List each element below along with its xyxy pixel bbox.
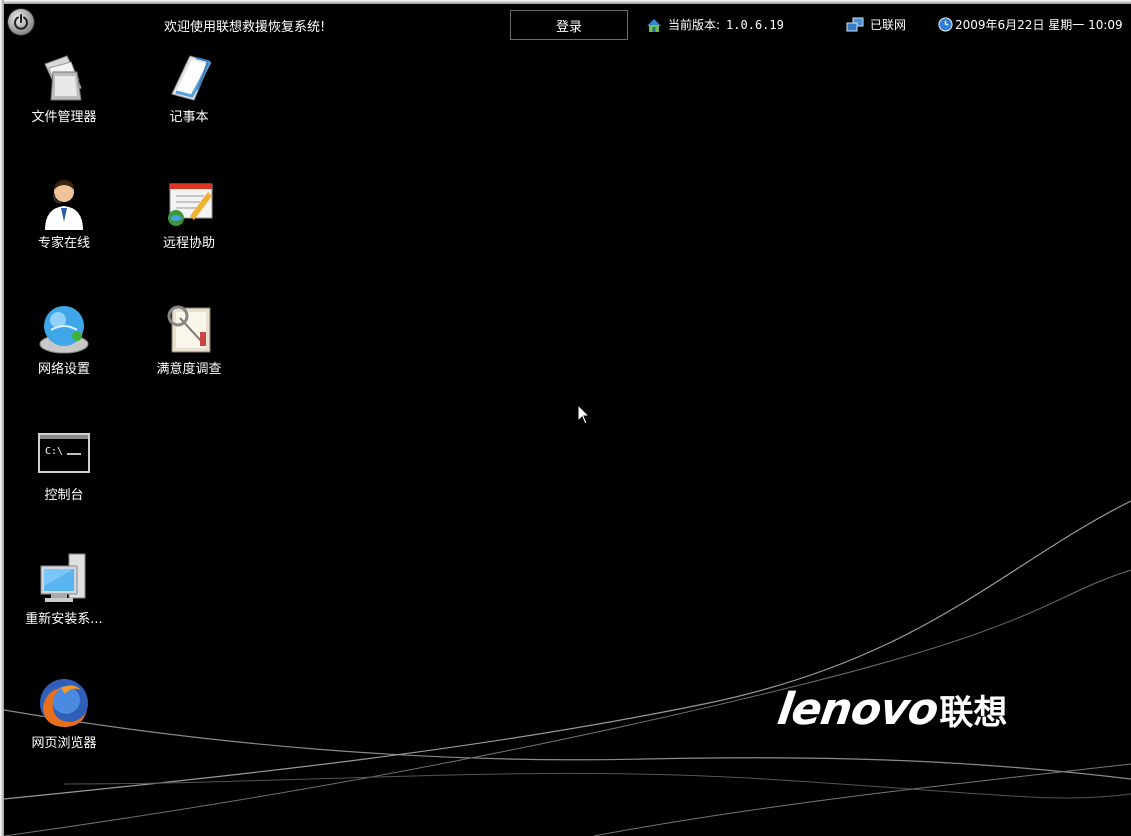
network-settings-icon (39, 306, 89, 354)
top-bar: 欢迎使用联想救援恢复系统! 登录 当前版本: 1.0.6.19 已联网 2009… (4, 4, 1131, 42)
network-connected-icon (846, 17, 864, 31)
desktop-icon-label: 文件管理器 (31, 110, 97, 125)
desktop-icon-label: 重新安装系... (25, 612, 103, 627)
web-browser-icon (40, 679, 88, 727)
desktop-icon-survey[interactable]: 满意度调查 (134, 302, 244, 412)
desktop-icon-notepad[interactable]: 记事本 (134, 50, 244, 160)
desktop-icon-expert-online[interactable]: 专家在线 (9, 176, 119, 286)
power-button[interactable] (8, 9, 34, 35)
logo-latin-text: lenovo (774, 684, 941, 735)
desktop-icon-label: 记事本 (169, 110, 209, 125)
desktop-icon-label: 网络设置 (37, 362, 90, 377)
welcome-text: 欢迎使用联想救援恢复系统! (164, 20, 326, 35)
version-label: 当前版本: (668, 18, 721, 32)
desktop-icon-reinstall-system[interactable]: 重新安装系... (9, 552, 119, 662)
reinstall-system-icon (40, 553, 86, 602)
remote-assist-icon (168, 183, 213, 226)
desktop-icon-file-manager[interactable]: 文件管理器 (9, 50, 119, 160)
desktop-icon-console[interactable]: C:\ 控制台 (9, 428, 119, 538)
version-icon (647, 18, 661, 32)
notepad-icon (171, 55, 212, 101)
desktop-icon-label: 专家在线 (37, 236, 90, 251)
network-status-text: 已联网 (870, 18, 907, 32)
desktop-icon-remote-assist[interactable]: 远程协助 (134, 176, 244, 286)
expert-online-icon (45, 180, 83, 230)
clock-icon (938, 17, 953, 32)
desktop-icon-label: 网页浏览器 (31, 736, 97, 751)
desktop-icon-web-browser[interactable]: 网页浏览器 (9, 676, 119, 786)
datetime-text: 2009年6月22日 星期一 10:09 (955, 18, 1123, 32)
desktop: 欢迎使用联想救援恢复系统! 登录 当前版本: 1.0.6.19 已联网 2009… (4, 4, 1131, 836)
datetime-display: 2009年6月22日 星期一 10:09 (938, 16, 1123, 33)
login-button[interactable]: 登录 (510, 10, 628, 40)
desktop-icon-label: 控制台 (44, 488, 84, 503)
file-manager-icon (44, 55, 82, 101)
mouse-cursor-icon (577, 404, 591, 425)
survey-icon (167, 305, 211, 353)
version-value: 1.0.6.19 (726, 17, 784, 32)
logo-cjk-text: 联想 (939, 693, 1008, 733)
power-icon (14, 14, 28, 30)
svg-text:C:\: C:\ (45, 446, 63, 457)
desktop-icon-label: 远程协助 (162, 236, 215, 251)
lenovo-logo: lenovo 联想 (774, 684, 1008, 735)
console-icon: C:\ (38, 433, 90, 473)
desktop-icon-network-settings[interactable]: 网络设置 (9, 302, 119, 412)
version-info: 当前版本: 1.0.6.19 (646, 16, 784, 33)
desktop-icon-label: 满意度调查 (156, 362, 222, 377)
network-status: 已联网 (846, 16, 906, 33)
